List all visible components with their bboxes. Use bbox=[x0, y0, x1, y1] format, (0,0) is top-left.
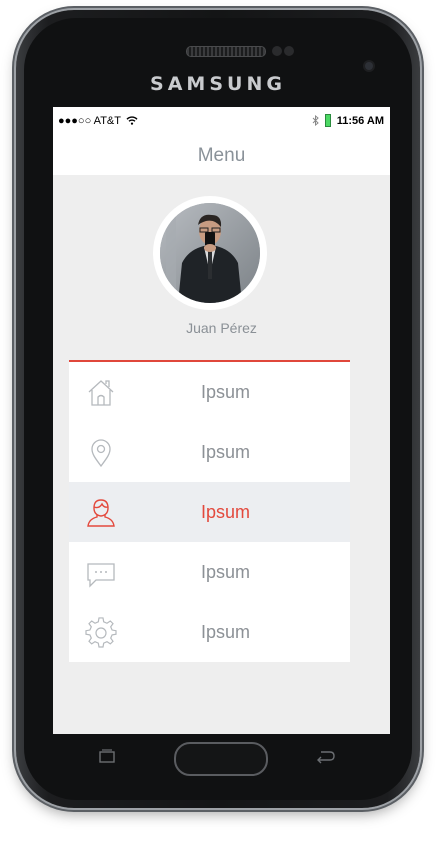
menu-item-label: Ipsum bbox=[201, 622, 251, 642]
menu-item-profile[interactable]: Ipsum bbox=[69, 482, 350, 542]
status-time: 11:56 AM bbox=[336, 114, 384, 127]
user-icon bbox=[87, 499, 115, 527]
avatar-frame[interactable] bbox=[153, 196, 267, 310]
menu-item-settings[interactable]: Ipsum bbox=[69, 602, 350, 662]
status-right: 11:56 AM bbox=[312, 114, 384, 127]
profile-photo bbox=[160, 203, 260, 303]
menu-item-label: Ipsum bbox=[201, 502, 251, 522]
avatar[interactable] bbox=[160, 203, 260, 303]
hardware-keys bbox=[53, 734, 390, 786]
carrier-label: ●●●○○ AT&T bbox=[58, 115, 121, 127]
light-sensor bbox=[284, 46, 294, 56]
status-bar: ●●●○○ AT&T 11:56 AM bbox=[53, 107, 390, 133]
menu-item-location[interactable]: Ipsum bbox=[69, 422, 350, 482]
gear-icon bbox=[85, 617, 117, 648]
back-icon[interactable] bbox=[315, 748, 335, 764]
nav-bar: Menu bbox=[53, 133, 390, 175]
recent-apps-icon[interactable] bbox=[99, 749, 115, 763]
menu-item-label: Ipsum bbox=[201, 382, 251, 402]
status-carrier: ●●●○○ AT&T bbox=[58, 115, 138, 127]
menu-item-label: Ipsum bbox=[201, 442, 251, 462]
app-screen: ●●●○○ AT&T 11:56 AM Menu Juan Pérez Ipsu… bbox=[53, 107, 390, 734]
menu-item-label: Ipsum bbox=[201, 562, 251, 582]
profile-name: Juan Pérez bbox=[186, 320, 257, 336]
page-title: Menu bbox=[197, 145, 246, 166]
menu-item-messages[interactable]: Ipsum bbox=[69, 542, 350, 602]
home-button[interactable] bbox=[174, 742, 268, 776]
wifi-icon bbox=[126, 116, 138, 125]
side-menu: Ipsum Ipsum Ipsum Ipsum Ipsum bbox=[69, 362, 350, 662]
proximity-sensor bbox=[272, 46, 282, 56]
chat-bubble-icon bbox=[87, 563, 115, 588]
location-pin-icon bbox=[91, 439, 111, 468]
bluetooth-icon bbox=[312, 115, 319, 126]
front-camera-icon bbox=[365, 62, 373, 70]
menu-item-home[interactable]: Ipsum bbox=[69, 362, 350, 422]
battery-icon bbox=[324, 114, 331, 127]
earpiece-speaker bbox=[186, 46, 266, 57]
brand-logo: SAMSUNG bbox=[150, 73, 286, 95]
home-icon bbox=[88, 380, 114, 406]
